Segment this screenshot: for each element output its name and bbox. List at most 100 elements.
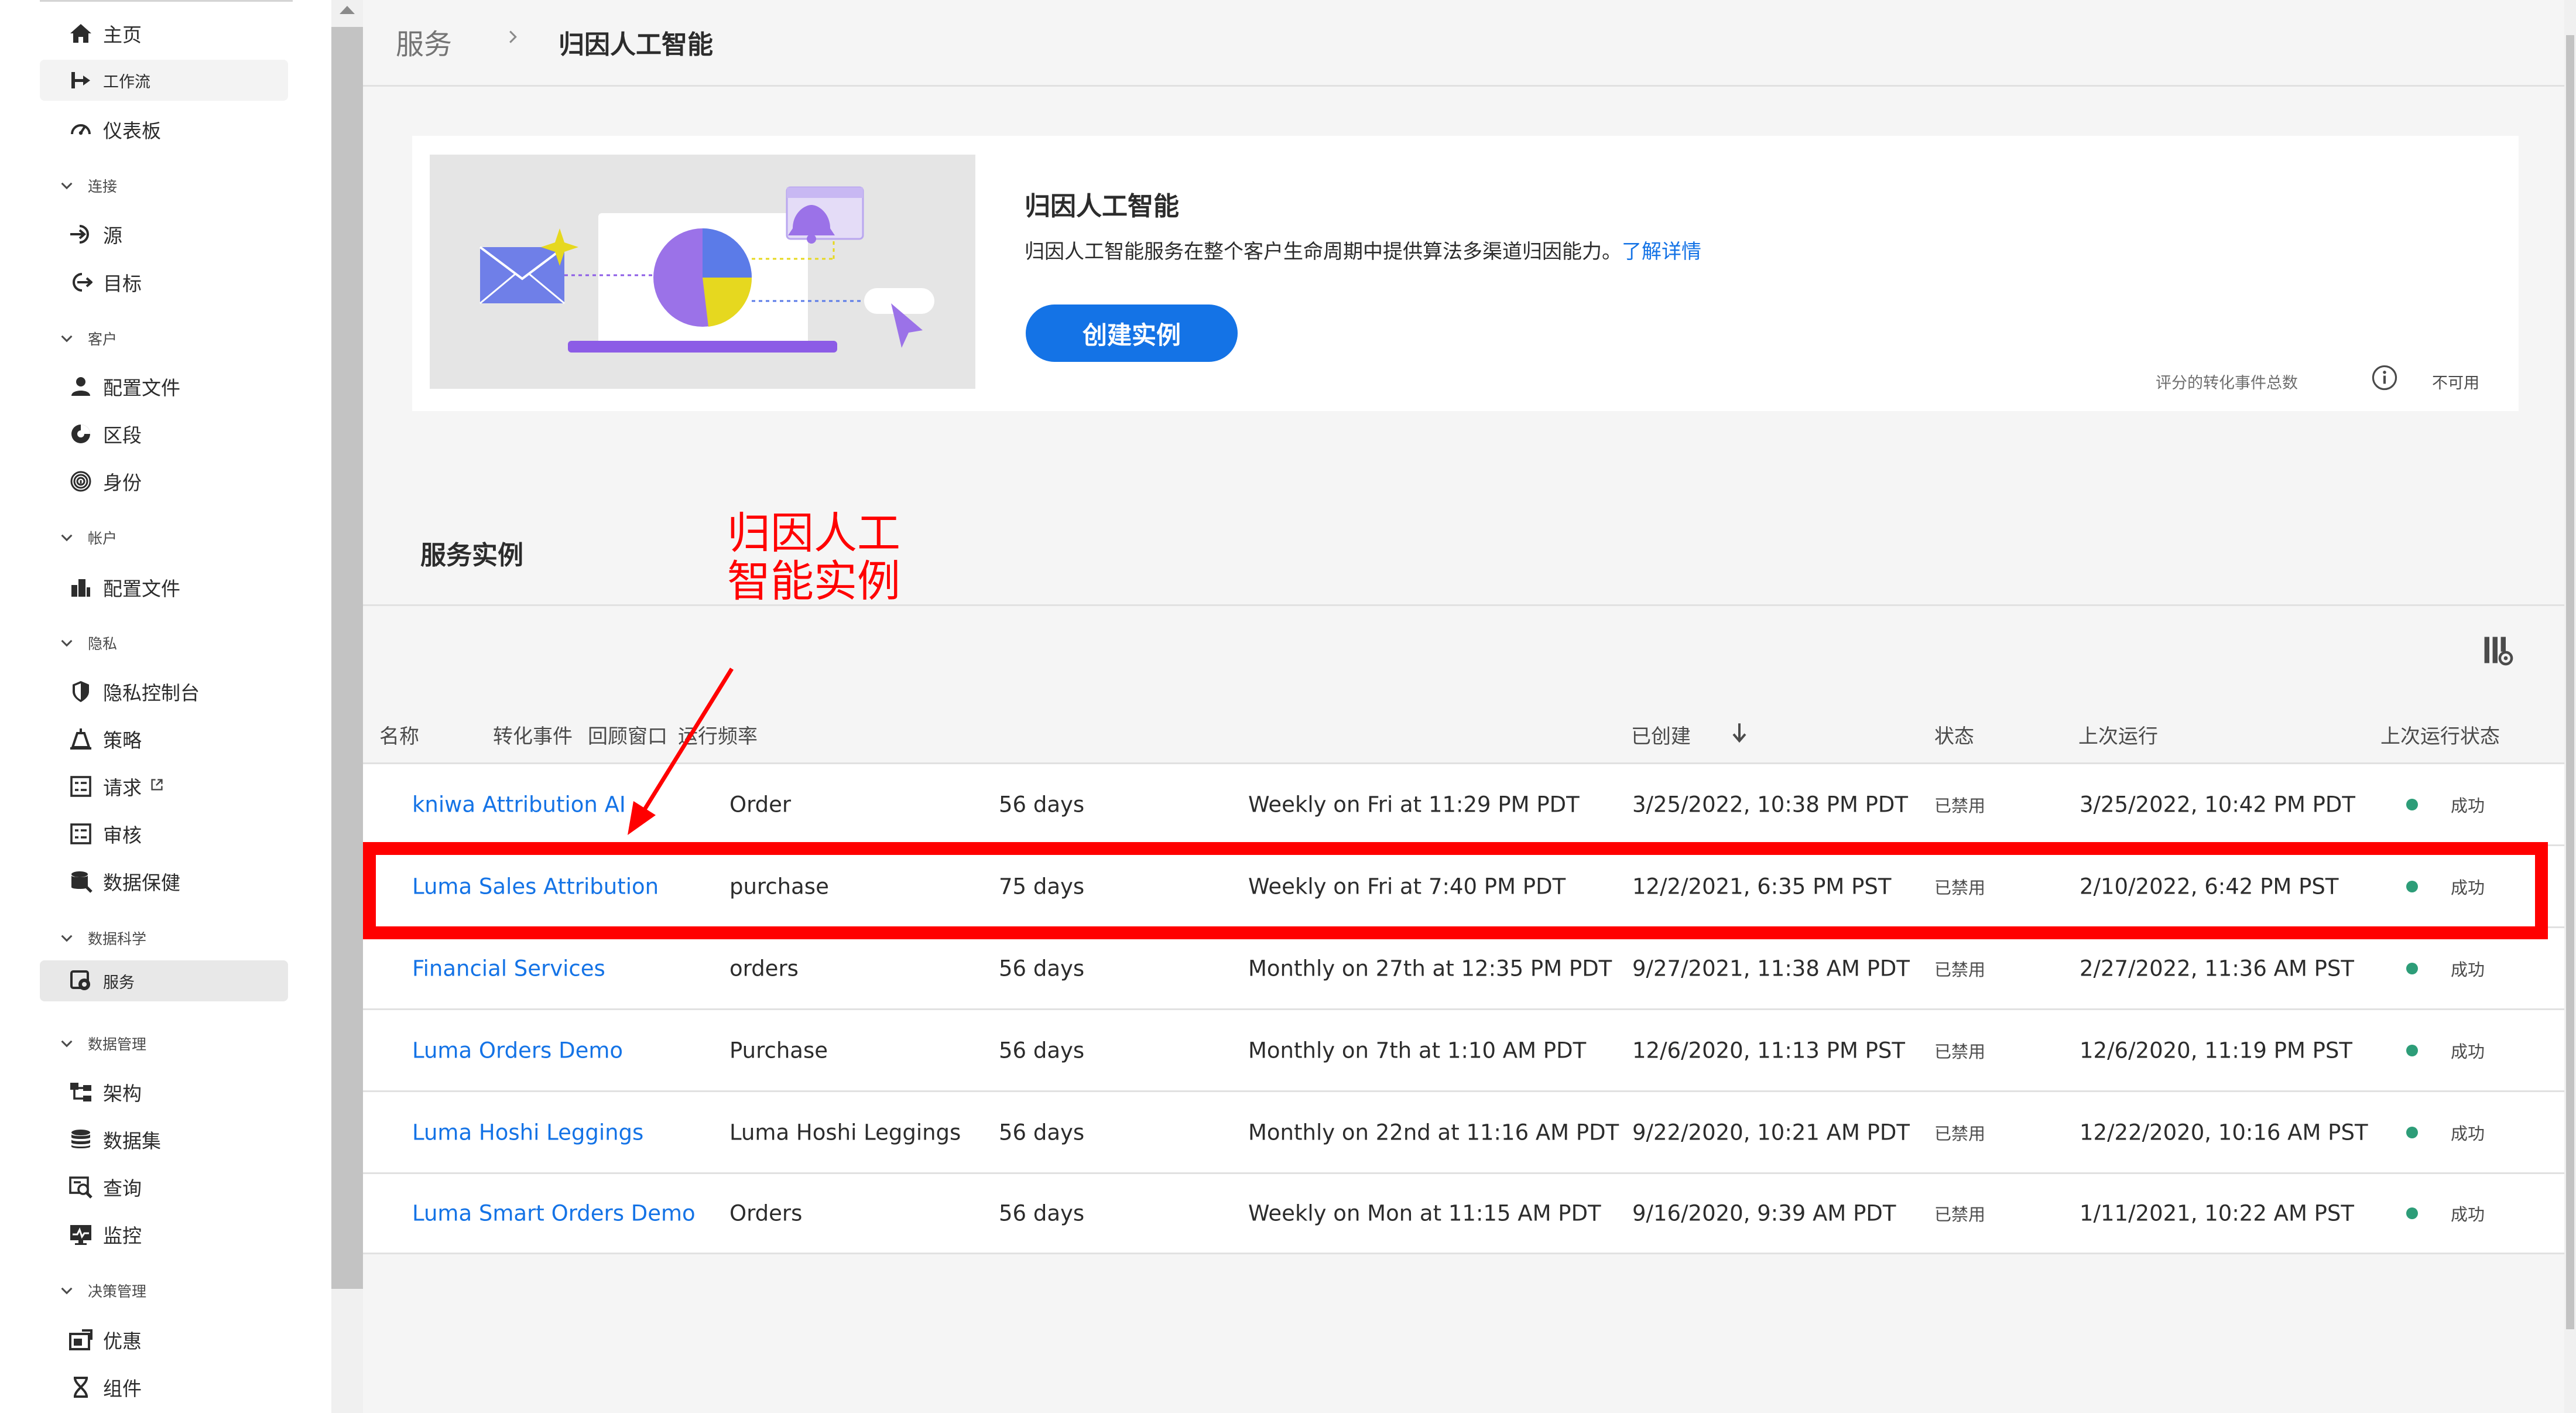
sidebar-scrollbar-thumb[interactable]	[331, 27, 363, 1289]
section-data-science[interactable]: 数据科学	[59, 925, 146, 951]
sidebar-item-profiles[interactable]: 配置文件	[40, 366, 288, 407]
chevron-down-icon	[61, 182, 73, 190]
sidebar-top-divider	[40, 0, 293, 2]
status-badge: 已禁用	[1934, 1123, 1986, 1144]
section-label: 决策管理	[88, 1283, 147, 1300]
run-frequency: Monthly on 22nd at 11:16 AM PDT	[1248, 1120, 1619, 1145]
column-header-last-run[interactable]: 上次运行	[2078, 720, 2158, 749]
instance-name-link[interactable]: Luma Orders Demo	[412, 1038, 623, 1063]
success-status-dot-icon	[2406, 1207, 2418, 1219]
table-row[interactable]: Luma Smart Orders Demo Orders 56 days We…	[363, 1172, 2564, 1254]
monitoring-icon	[69, 1223, 93, 1246]
chevron-right-icon	[509, 30, 517, 43]
instance-name-link[interactable]: Luma Smart Orders Demo	[412, 1201, 696, 1226]
sidebar-item-label: 组件	[103, 1377, 142, 1400]
success-status-dot-icon	[2406, 962, 2418, 974]
sidebar-item-dashboards[interactable]: 仪表板	[40, 109, 288, 150]
annotation-label: 归因人工 智能实例	[727, 508, 900, 607]
section-customer[interactable]: 客户	[59, 326, 117, 351]
instance-name-link[interactable]: Luma Hoshi Leggings	[412, 1120, 643, 1145]
scroll-up-arrow-icon[interactable]	[340, 6, 355, 14]
instance-name-link[interactable]: kniwa Attribution AI	[412, 792, 626, 817]
chevron-down-icon	[61, 534, 73, 542]
sidebar-item-audits[interactable]: 审核	[40, 813, 288, 854]
conversion-event: Luma Hoshi Leggings	[729, 1120, 961, 1145]
column-header-status[interactable]: 状态	[1934, 720, 1974, 749]
sidebar-item-requests[interactable]: 请求	[40, 766, 288, 807]
dashboard-icon	[69, 118, 93, 141]
success-status-dot-icon	[2406, 798, 2418, 810]
sidebar-item-destinations[interactable]: 目标	[40, 262, 288, 303]
sidebar-item-home[interactable]: 主页	[40, 13, 288, 54]
last-run-date: 3/25/2022, 10:42 PM PDT	[2080, 792, 2356, 817]
sort-descending-icon[interactable]	[1729, 721, 1749, 745]
sidebar-item-offers[interactable]: 优惠	[40, 1319, 288, 1360]
sidebar-item-label: 配置文件	[103, 577, 180, 600]
sidebar-item-label: 源	[103, 224, 122, 247]
sidebar-item-privacy-console[interactable]: 隐私控制台	[40, 671, 288, 712]
sidebar-item-datasets[interactable]: 数据集	[40, 1119, 288, 1160]
created-date: 9/16/2020, 9:39 AM PDT	[1632, 1200, 1896, 1226]
destinations-icon	[69, 271, 93, 294]
sidebar-item-label: 隐私控制台	[103, 682, 200, 704]
sidebar-item-schemas[interactable]: 架构	[40, 1072, 288, 1113]
breadcrumb-services-link[interactable]: 服务	[396, 21, 452, 62]
sidebar-item-label: 优惠	[103, 1330, 142, 1353]
sidebar-item-segments[interactable]: 区段	[40, 413, 288, 454]
status-badge: 已禁用	[1934, 959, 1986, 980]
conversion-event: Purchase	[729, 1038, 828, 1063]
section-data-management[interactable]: 数据管理	[59, 1031, 146, 1056]
breadcrumb: 服务 归因人工智能	[363, 0, 2564, 87]
section-account[interactable]: 帐户	[59, 525, 117, 550]
chevron-down-icon	[61, 639, 73, 647]
data-hygiene-icon	[69, 870, 93, 893]
table-row[interactable]: Luma Hoshi Leggings Luma Hoshi Leggings …	[363, 1090, 2564, 1172]
sidebar-item-label: 架构	[103, 1082, 142, 1105]
sidebar-item-data-hygiene[interactable]: 数据保健	[40, 861, 288, 902]
sidebar-item-policies[interactable]: 策略	[40, 719, 288, 759]
learn-more-link[interactable]: 了解详情	[1622, 240, 1701, 264]
last-run-date: 2/27/2022, 11:36 AM PST	[2080, 956, 2355, 981]
section-label: 连接	[88, 178, 118, 195]
status-badge: 已禁用	[1934, 1041, 1986, 1062]
create-instance-button[interactable]: 创建实例	[1026, 305, 1238, 362]
queries-icon	[69, 1175, 93, 1199]
column-header-conversion-event[interactable]: 转化事件	[493, 720, 573, 749]
last-run-status: 成功	[2451, 1041, 2485, 1062]
run-frequency: Weekly on Mon at 11:15 AM PDT	[1248, 1200, 1601, 1226]
sidebar-item-account-profiles[interactable]: 配置文件	[40, 567, 288, 608]
sidebar-item-sources[interactable]: 源	[40, 214, 288, 255]
status-badge: 已禁用	[1934, 795, 1986, 816]
external-link-icon	[150, 778, 164, 795]
section-privacy[interactable]: 隐私	[59, 630, 117, 656]
section-decisioning[interactable]: 决策管理	[59, 1278, 146, 1303]
schemas-icon	[69, 1080, 93, 1104]
table-row[interactable]: Luma Orders Demo Purchase 56 days Monthl…	[363, 1008, 2564, 1090]
sources-icon	[69, 223, 93, 246]
lookback-window: 56 days	[999, 956, 1085, 981]
column-header-last-run-status[interactable]: 上次运行状态	[2380, 720, 2500, 749]
last-run-date: 12/22/2020, 10:16 AM PST	[2080, 1120, 2368, 1145]
scored-conversions-label: 评分的转化事件总数	[2156, 374, 2298, 392]
service-overview-card: 归因人工智能 归因人工智能服务在整个客户生命周期中提供算法多渠道归因能力。了解详…	[412, 136, 2519, 411]
instance-name-link[interactable]: Financial Services	[412, 956, 605, 981]
section-connections[interactable]: 连接	[59, 173, 117, 199]
shield-icon	[69, 680, 93, 703]
sidebar-item-label: 目标	[103, 272, 142, 295]
section-label: 数据科学	[88, 930, 147, 947]
main-scrollbar-thumb[interactable]	[2566, 35, 2574, 1329]
column-header-created[interactable]: 已创建	[1631, 720, 1691, 749]
sidebar-item-workflows[interactable]: 工作流	[40, 60, 288, 101]
info-icon[interactable]	[2371, 364, 2398, 391]
chevron-down-icon	[61, 935, 73, 942]
sidebar-item-components[interactable]: 组件	[40, 1367, 288, 1408]
column-settings-icon[interactable]	[2481, 634, 2514, 666]
last-run-status: 成功	[2451, 795, 2485, 816]
sidebar-item-queries[interactable]: 查询	[40, 1166, 288, 1207]
sidebar-item-services[interactable]: 服务	[40, 960, 288, 1001]
sidebar-item-monitoring[interactable]: 监控	[40, 1214, 288, 1255]
lookback-window: 56 days	[999, 1120, 1085, 1145]
conversion-event: Orders	[729, 1200, 803, 1226]
sidebar-item-identities[interactable]: 身份	[40, 461, 288, 502]
column-header-name[interactable]: 名称	[379, 720, 419, 749]
